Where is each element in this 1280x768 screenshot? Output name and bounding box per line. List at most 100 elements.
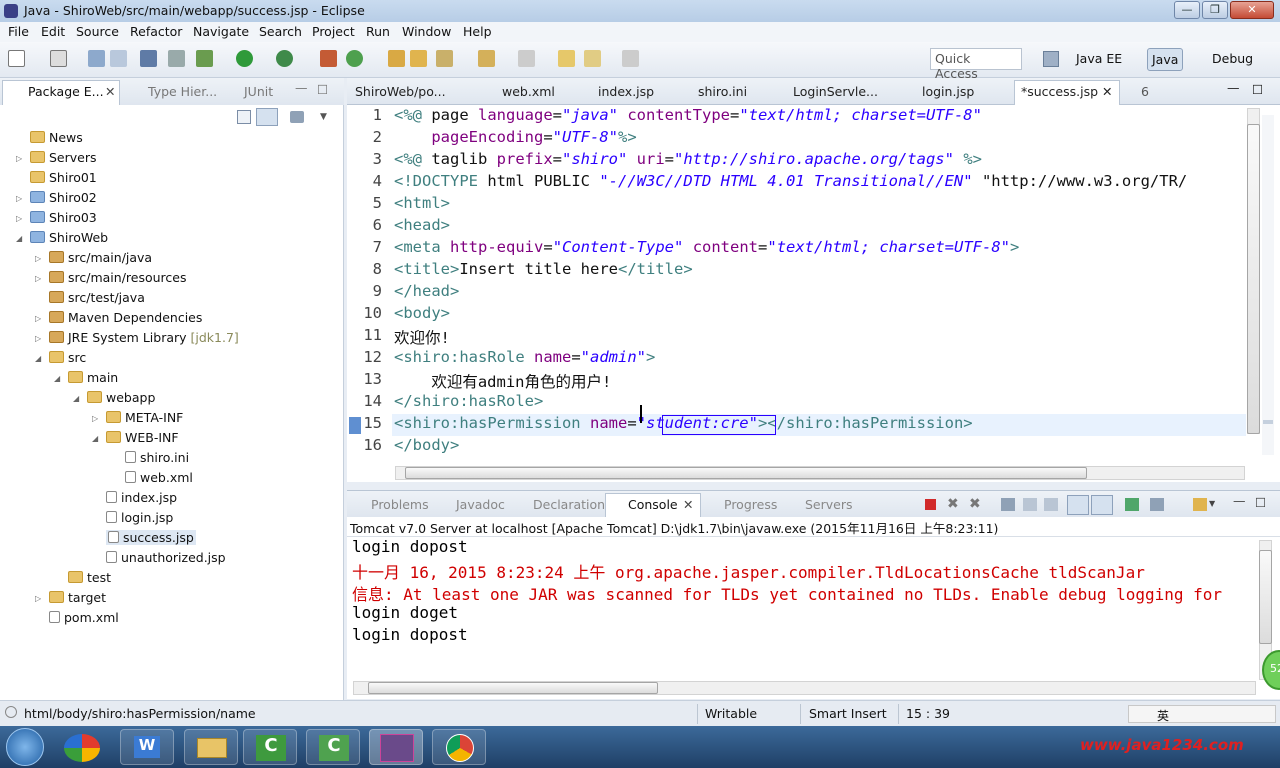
tree-item[interactable]: src/main/java bbox=[49, 250, 152, 265]
search-icon[interactable] bbox=[436, 50, 453, 67]
tab-javadoc[interactable]: Javadoc bbox=[456, 497, 505, 512]
tree-expand-icon[interactable]: ▷ bbox=[16, 194, 22, 203]
tree-item[interactable]: test bbox=[68, 570, 111, 585]
tab-package-explorer[interactable]: Package E... bbox=[28, 84, 104, 99]
tree-item[interactable]: Shiro01 bbox=[30, 170, 97, 185]
perspective-debug[interactable]: Debug bbox=[1208, 48, 1257, 71]
explorer-icon[interactable] bbox=[184, 729, 238, 765]
camtasia-icon[interactable]: C bbox=[243, 729, 297, 765]
tree-item[interactable]: JRE System Library [jdk1.7] bbox=[49, 330, 239, 345]
menu-help[interactable]: Help bbox=[463, 24, 492, 39]
tree-item[interactable]: Maven Dependencies bbox=[49, 310, 202, 325]
new-class-icon[interactable] bbox=[346, 50, 363, 67]
tab-close-icon[interactable]: ✕ bbox=[683, 497, 693, 512]
show-stdout-icon[interactable] bbox=[1067, 495, 1089, 515]
tree-item[interactable]: META-INF bbox=[106, 410, 183, 425]
quick-access-input[interactable]: Quick Access bbox=[930, 48, 1022, 81]
tree-expand-icon[interactable]: ◢ bbox=[35, 354, 41, 363]
tree-item[interactable]: Shiro03 bbox=[30, 210, 97, 225]
tab-type-hierarchy[interactable]: Type Hier... bbox=[148, 84, 217, 99]
start-button[interactable] bbox=[6, 728, 44, 766]
tree-item[interactable]: index.jsp bbox=[106, 490, 177, 505]
tree-item[interactable]: target bbox=[49, 590, 106, 605]
tab-junit[interactable]: JUnit bbox=[244, 84, 273, 99]
tree-item[interactable]: unauthorized.jsp bbox=[106, 550, 226, 565]
tree-item[interactable]: Servers bbox=[30, 150, 97, 165]
next-annotation-icon[interactable] bbox=[518, 50, 535, 67]
ime-toolbar[interactable]: 英 bbox=[1128, 705, 1276, 723]
tree-item[interactable]: login.jsp bbox=[106, 510, 173, 525]
view-menu-icon[interactable] bbox=[290, 111, 304, 123]
open-icon[interactable] bbox=[50, 50, 67, 67]
tree-expand-icon[interactable]: ◢ bbox=[54, 374, 60, 383]
tree-expand-icon[interactable]: ▷ bbox=[35, 254, 41, 263]
maximize-view-icon[interactable]: ☐ bbox=[317, 82, 328, 97]
tree-expand-icon[interactable]: ▷ bbox=[16, 154, 22, 163]
editor-tab-shiro-ini[interactable]: shiro.ini bbox=[698, 84, 747, 99]
run-icon[interactable] bbox=[236, 50, 253, 67]
tree-expand-icon[interactable]: ◢ bbox=[16, 234, 22, 243]
menu-refactor[interactable]: Refactor bbox=[130, 24, 182, 39]
tab-problems[interactable]: Problems bbox=[371, 497, 429, 512]
console-vscroll-thumb[interactable] bbox=[1259, 550, 1272, 644]
new-icon[interactable] bbox=[8, 50, 25, 67]
menu-run[interactable]: Run bbox=[366, 24, 390, 39]
editor-tab-web-xml[interactable]: web.xml bbox=[502, 84, 555, 99]
new-server-icon[interactable] bbox=[320, 50, 337, 67]
open-perspective-icon[interactable] bbox=[1043, 51, 1059, 67]
annotation-icon[interactable] bbox=[478, 50, 495, 67]
save-all-icon[interactable] bbox=[110, 50, 127, 67]
tree-expand-icon[interactable]: ◢ bbox=[92, 434, 98, 443]
display-console-icon[interactable] bbox=[1150, 498, 1164, 511]
tab-console[interactable]: Console bbox=[628, 497, 678, 512]
minimize-console-icon[interactable]: — bbox=[1233, 493, 1246, 508]
collapse-all-icon[interactable] bbox=[237, 110, 251, 124]
ime-language[interactable]: 英 bbox=[1157, 707, 1169, 724]
close-button[interactable]: ✕ bbox=[1230, 1, 1274, 19]
editor-tab-loginservlet[interactable]: LoginServle... bbox=[793, 84, 878, 99]
menu-project[interactable]: Project bbox=[312, 24, 355, 39]
menu-edit[interactable]: Edit bbox=[41, 24, 65, 39]
minimize-button[interactable]: — bbox=[1174, 1, 1200, 19]
clear-console-icon[interactable] bbox=[1001, 498, 1015, 511]
menu-file[interactable]: File bbox=[8, 24, 29, 39]
tree-item[interactable]: shiro.ini bbox=[125, 450, 189, 465]
tree-item[interactable]: WEB-INF bbox=[106, 430, 179, 445]
tree-item[interactable]: main bbox=[68, 370, 118, 385]
chrome-icon[interactable] bbox=[432, 729, 486, 765]
menu-source[interactable]: Source bbox=[76, 24, 119, 39]
minimize-editor-icon[interactable]: — bbox=[1227, 80, 1240, 95]
tree-item[interactable]: src/main/resources bbox=[49, 270, 186, 285]
tree-item[interactable]: Shiro02 bbox=[30, 190, 97, 205]
editor-tab-login-jsp[interactable]: login.jsp bbox=[922, 84, 974, 99]
tree-expand-icon[interactable]: ▷ bbox=[35, 594, 41, 603]
chevron-down-icon[interactable]: ▼ bbox=[320, 112, 327, 122]
tree-item[interactable]: webapp bbox=[87, 390, 155, 405]
debug-icon[interactable] bbox=[196, 50, 213, 67]
back-icon[interactable] bbox=[584, 50, 601, 67]
menu-search[interactable]: Search bbox=[259, 24, 302, 39]
save-icon[interactable] bbox=[88, 50, 105, 67]
maximize-editor-icon[interactable]: ☐ bbox=[1252, 82, 1263, 97]
tree-item[interactable]: pom.xml bbox=[49, 610, 119, 625]
menu-navigate[interactable]: Navigate bbox=[193, 24, 249, 39]
tree-expand-icon[interactable]: ◢ bbox=[73, 394, 79, 403]
menu-window[interactable]: Window bbox=[402, 24, 451, 39]
terminate-icon[interactable] bbox=[925, 499, 936, 510]
tree-expand-icon[interactable]: ▷ bbox=[35, 314, 41, 323]
tree-item[interactable]: News bbox=[30, 130, 83, 145]
tab-close-icon[interactable]: ✕ bbox=[105, 84, 115, 99]
camtasia-recorder-icon[interactable]: C bbox=[306, 729, 360, 765]
tree-item[interactable]: success.jsp bbox=[106, 530, 196, 545]
editor-tab-index-jsp[interactable]: index.jsp bbox=[598, 84, 654, 99]
editor-tab-success-jsp[interactable]: *success.jsp ✕ bbox=[1014, 80, 1120, 105]
editor-tab-pom[interactable]: ShiroWeb/po... bbox=[355, 84, 446, 99]
toggle-icon[interactable] bbox=[168, 50, 185, 67]
javaee-icon[interactable] bbox=[369, 729, 423, 765]
word-icon[interactable]: W bbox=[120, 729, 174, 765]
tree-expand-icon[interactable]: ▷ bbox=[16, 214, 22, 223]
editor-vscroll-thumb[interactable] bbox=[1247, 124, 1260, 434]
print-icon[interactable] bbox=[140, 50, 157, 67]
remove-all-icon[interactable]: ✖ bbox=[969, 496, 981, 512]
editor-hscroll-thumb[interactable] bbox=[405, 467, 1087, 479]
